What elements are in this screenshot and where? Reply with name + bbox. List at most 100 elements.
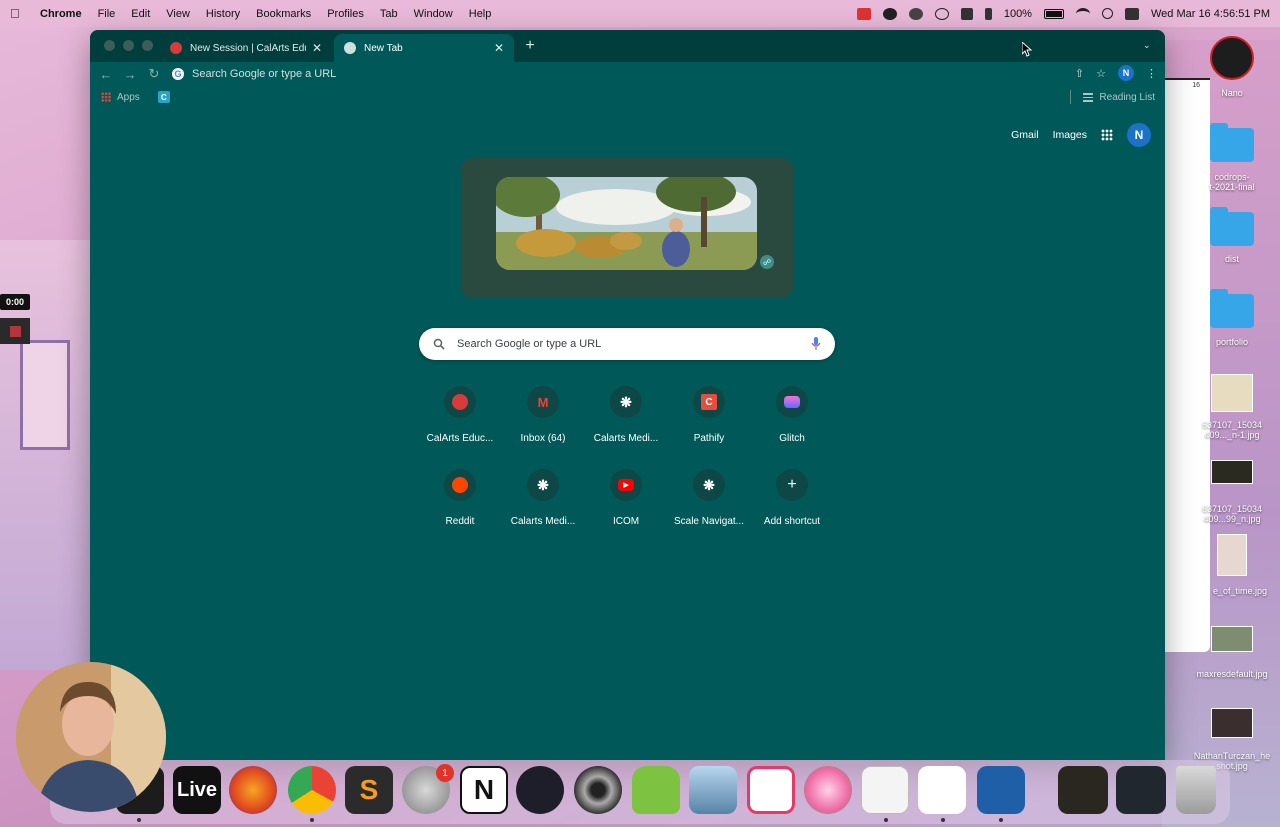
image-file-thumbnail[interactable] (1217, 534, 1247, 576)
shortcut-reddit[interactable]: Reddit (418, 469, 502, 527)
doodle-share-icon[interactable]: ☍ (760, 255, 774, 269)
chrome-dock-icon[interactable] (288, 766, 336, 814)
profile-avatar[interactable]: N (1118, 65, 1134, 81)
share-icon[interactable]: ⇧ (1075, 67, 1084, 80)
tab-new-tab[interactable]: New Tab ✕ (334, 34, 514, 62)
folder-icon[interactable] (1210, 289, 1254, 328)
battery-icon[interactable] (1043, 8, 1064, 19)
shortcut-glitch[interactable]: Glitch (750, 386, 834, 444)
google-apps-icon[interactable] (1101, 129, 1113, 141)
tab-search-chevron-icon[interactable]: ⌄ (1143, 40, 1153, 50)
close-tab-icon[interactable]: ✕ (494, 41, 504, 55)
reload-button[interactable]: ↻ (142, 66, 166, 82)
shortcut-calarts-media-2[interactable]: ❋ Calarts Medi... (501, 469, 585, 527)
wifi-icon[interactable] (1075, 7, 1090, 20)
microphone-icon[interactable] (811, 337, 821, 351)
shortcut-label: Add shortcut (763, 516, 821, 527)
shortcut-icom[interactable]: ▶ ICOM (584, 469, 668, 527)
dropbox-status-icon[interactable] (856, 7, 871, 20)
folder-label-dist: dist (1224, 254, 1239, 264)
image-file-thumbnail[interactable] (1211, 460, 1253, 484)
shortcut-inbox[interactable]: M Inbox (64) (501, 386, 585, 444)
notion-dock-icon[interactable]: N (460, 766, 508, 814)
forward-button[interactable]: → (118, 67, 142, 82)
minimize-window-button[interactable] (123, 40, 134, 51)
obs-dock-icon[interactable] (516, 766, 564, 814)
doodle-painting (496, 177, 757, 270)
close-tab-icon[interactable]: ✕ (312, 41, 322, 55)
minimized-window-dock-icon[interactable] (1058, 766, 1108, 814)
vortex-app-dock-icon[interactable] (574, 766, 622, 814)
android-dock-icon[interactable] (632, 766, 680, 814)
audacity-dock-icon[interactable] (229, 766, 277, 814)
image-file-thumbnail[interactable] (1211, 626, 1253, 652)
menu-profiles[interactable]: Profiles (327, 8, 364, 20)
background-window[interactable]: 16 (1164, 78, 1210, 652)
minimized-window-dock-icon[interactable] (1116, 766, 1166, 814)
menu-app-name[interactable]: Chrome (40, 8, 82, 20)
pathfinder-dock-icon[interactable] (747, 766, 795, 814)
google-doodle[interactable] (496, 177, 757, 270)
menu-bookmarks[interactable]: Bookmarks (256, 8, 311, 20)
menu-clock[interactable]: Wed Mar 16 4:56:51 PM (1151, 8, 1270, 20)
ntp-search-box[interactable]: Search Google or type a URL (419, 328, 835, 360)
new-tab-button[interactable]: + (522, 38, 538, 54)
menu-history[interactable]: History (206, 8, 240, 20)
menu-help[interactable]: Help (469, 8, 492, 20)
bookmarks-bar: Apps C Reading List (90, 86, 1165, 108)
account-avatar[interactable]: N (1127, 123, 1151, 147)
shortcut-tile: + (776, 469, 808, 501)
menu-file[interactable]: File (98, 8, 116, 20)
settings-status-icon[interactable] (882, 7, 897, 20)
folder-icon[interactable] (1210, 123, 1254, 162)
bluetooth-icon[interactable] (984, 7, 992, 20)
tab-calarts-session[interactable]: New Session | CalArts Educatio ✕ (160, 34, 332, 62)
preview-dock-icon[interactable] (689, 766, 737, 814)
shortcut-pathify[interactable]: C Pathify (667, 386, 751, 444)
trash-dock-icon[interactable] (1176, 766, 1216, 814)
file-label: 637107_15034 409..._n-1.jpg (1201, 420, 1263, 440)
sublime-text-dock-icon[interactable]: S (345, 766, 393, 814)
running-indicator (941, 818, 945, 822)
reading-list-button[interactable]: Reading List (1070, 90, 1155, 104)
menu-edit[interactable]: Edit (131, 8, 150, 20)
shortcut-tile: ❋ (610, 386, 642, 418)
address-bar[interactable]: G Search Google or type a URL (172, 64, 1062, 84)
back-button[interactable]: ← (94, 67, 118, 82)
apps-grid-icon[interactable] (101, 92, 111, 102)
menu-view[interactable]: View (166, 8, 190, 20)
ableton-live-dock-icon[interactable]: Live (173, 766, 221, 814)
creative-cloud-icon[interactable] (908, 7, 923, 20)
play-status-icon[interactable] (934, 7, 949, 20)
menu-window[interactable]: Window (414, 8, 453, 20)
apple-icon[interactable]:  (10, 6, 24, 21)
textedit-dock-icon[interactable] (861, 766, 909, 814)
nano-app-icon[interactable] (1210, 36, 1254, 80)
bookmark-c-icon[interactable]: C (157, 91, 170, 103)
bookmark-star-icon[interactable]: ☆ (1096, 67, 1106, 80)
images-link[interactable]: Images (1053, 129, 1087, 141)
deepl-app-dock-icon[interactable] (918, 766, 966, 814)
volume-icon[interactable] (960, 7, 973, 20)
close-window-button[interactable] (104, 40, 115, 51)
gmail-link[interactable]: Gmail (1011, 129, 1038, 141)
shortcut-calarts-educ[interactable]: CalArts Educ... (418, 386, 502, 444)
scale-app-dock-icon[interactable] (977, 766, 1025, 814)
shortcut-label: CalArts Educ... (426, 433, 494, 444)
recording-stop-button[interactable] (0, 318, 30, 344)
more-menu-icon[interactable]: ⋮ (1146, 67, 1157, 80)
control-center-icon[interactable] (1124, 7, 1139, 20)
add-shortcut-button[interactable]: + Add shortcut (750, 469, 834, 527)
shortcut-calarts-media[interactable]: ❋ Calarts Medi... (584, 386, 668, 444)
zoom-window-button[interactable] (142, 40, 153, 51)
menu-tab[interactable]: Tab (380, 8, 398, 20)
reading-list-label: Reading List (1099, 91, 1155, 103)
bookmark-apps[interactable]: Apps (117, 92, 140, 103)
image-file-thumbnail[interactable] (1211, 708, 1253, 738)
shortcut-label: Calarts Medi... (593, 433, 659, 444)
folder-icon[interactable] (1210, 207, 1254, 246)
spotlight-icon[interactable] (1101, 8, 1113, 19)
image-file-thumbnail[interactable] (1211, 374, 1253, 412)
lotus-app-dock-icon[interactable] (804, 766, 852, 814)
shortcut-scale-navigator[interactable]: ❋ Scale Navigat... (667, 469, 751, 527)
